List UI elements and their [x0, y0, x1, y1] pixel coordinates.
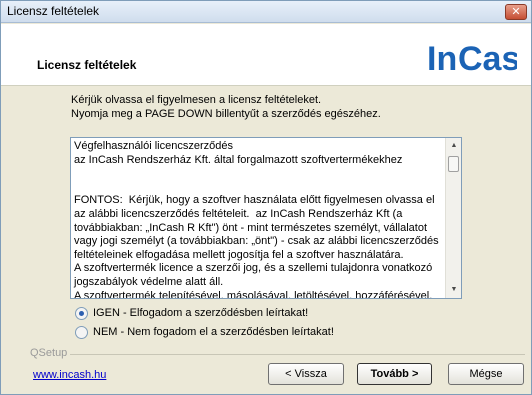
instruction-line-2: Nyomja meg a PAGE DOWN billentyűt a szer… — [71, 108, 381, 120]
title-bar: Licensz feltételek ✕ — [1, 1, 531, 23]
next-button[interactable]: Tovább > — [357, 363, 432, 385]
instructions: Kérjük olvassa el figyelmesen a licensz … — [71, 93, 381, 121]
license-textbox[interactable]: Végfelhasználói licencszerződés az InCas… — [70, 137, 462, 299]
cancel-button[interactable]: Mégse — [448, 363, 524, 385]
logo-text-cash: Cash — [458, 40, 517, 78]
page-header: Licensz feltételek In Cash — [1, 24, 531, 86]
accept-option[interactable]: IGEN - Elfogadom a szerződésben leírtaka… — [75, 305, 308, 321]
page-title: Licensz feltételek — [37, 58, 137, 72]
window-title: Licensz feltételek — [7, 4, 100, 18]
close-button[interactable]: ✕ — [505, 4, 527, 20]
license-scrollbar[interactable]: ▲ ▼ — [445, 138, 461, 298]
qsetup-label: QSetup — [27, 347, 71, 359]
decline-label[interactable]: NEM - Nem fogadom el a szerződésben leír… — [93, 326, 334, 338]
license-text: Végfelhasználói licencszerződés az InCas… — [74, 140, 439, 299]
scroll-down-icon[interactable]: ▼ — [446, 282, 461, 298]
back-button[interactable]: < Vissza — [268, 363, 344, 385]
footer-separator — [33, 354, 525, 355]
incash-logo: In Cash — [427, 40, 517, 78]
installer-window: Licensz feltételek ✕ Licensz feltételek … — [0, 0, 532, 395]
accept-radio[interactable] — [75, 306, 88, 320]
instruction-line-1: Kérjük olvassa el figyelmesen a licensz … — [71, 94, 322, 106]
logo-text-in: In — [427, 40, 457, 78]
accept-label[interactable]: IGEN - Elfogadom a szerződésben leírtaka… — [93, 307, 308, 319]
content-area: Kérjük olvassa el figyelmesen a licensz … — [1, 87, 531, 346]
close-icon: ✕ — [511, 6, 521, 18]
decline-option[interactable]: NEM - Nem fogadom el a szerződésben leír… — [75, 324, 334, 340]
decline-radio[interactable] — [75, 325, 88, 339]
scroll-thumb[interactable] — [448, 156, 459, 172]
scroll-up-icon[interactable]: ▲ — [446, 138, 461, 154]
website-link[interactable]: www.incash.hu — [33, 369, 106, 381]
